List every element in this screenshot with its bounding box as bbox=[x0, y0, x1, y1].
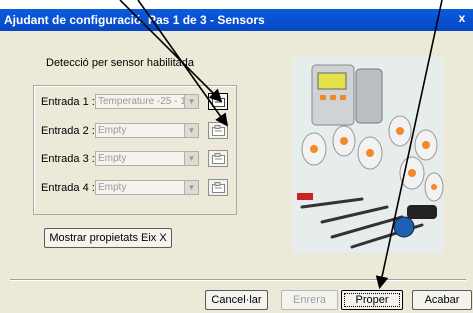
sensor-settings-icon bbox=[212, 96, 225, 107]
group-title: Detecció per sensor habilitada bbox=[46, 57, 194, 69]
input-2-settings-button[interactable] bbox=[208, 122, 228, 139]
input-2-label: Entrada 2 : bbox=[41, 125, 95, 137]
input-4-label: Entrada 4 : bbox=[41, 182, 95, 194]
footer-separator bbox=[10, 279, 466, 281]
input-1-settings-button[interactable] bbox=[208, 93, 228, 110]
sensor-settings-icon bbox=[212, 153, 225, 164]
dropdown-arrow-icon[interactable]: ▼ bbox=[184, 152, 198, 165]
show-axis-properties-button[interactable]: Mostrar propietats Eix X bbox=[44, 228, 172, 248]
dropdown-arrow-icon[interactable]: ▼ bbox=[184, 95, 198, 108]
next-button[interactable]: Proper bbox=[341, 290, 403, 310]
sensor-settings-icon bbox=[212, 125, 225, 136]
input-4-select[interactable]: Empty ▼ bbox=[95, 180, 199, 195]
input-1-label: Entrada 1 : bbox=[41, 96, 95, 108]
dropdown-arrow-icon[interactable]: ▼ bbox=[184, 124, 198, 137]
input-3-select[interactable]: Empty ▼ bbox=[95, 151, 199, 166]
sensor-settings-icon bbox=[212, 182, 225, 193]
input-2-select[interactable]: Empty ▼ bbox=[95, 123, 199, 138]
input-2-value: Empty bbox=[98, 125, 127, 136]
dialog-title: Ajudant de configuració. Pas 1 de 3 - Se… bbox=[4, 13, 265, 27]
finish-button[interactable]: Acabar bbox=[412, 290, 472, 310]
input-4-settings-button[interactable] bbox=[208, 179, 228, 196]
input-3-value: Empty bbox=[98, 153, 127, 164]
close-icon[interactable]: x bbox=[455, 11, 469, 25]
input-1-select[interactable]: Temperature -25 - 110 °C ▼ bbox=[95, 94, 199, 109]
back-button[interactable]: Enrera bbox=[281, 290, 338, 310]
input-3-label: Entrada 3 : bbox=[41, 153, 95, 165]
dropdown-arrow-icon[interactable]: ▼ bbox=[184, 181, 198, 194]
input-3-settings-button[interactable] bbox=[208, 150, 228, 167]
sensor-kit-photo bbox=[292, 57, 444, 253]
dialog-title-bar: Ajudant de configuració. Pas 1 de 3 - Se… bbox=[0, 9, 473, 31]
input-4-value: Empty bbox=[98, 182, 127, 193]
cancel-button[interactable]: Cancel·lar bbox=[205, 290, 268, 310]
top-strip bbox=[0, 0, 473, 9]
